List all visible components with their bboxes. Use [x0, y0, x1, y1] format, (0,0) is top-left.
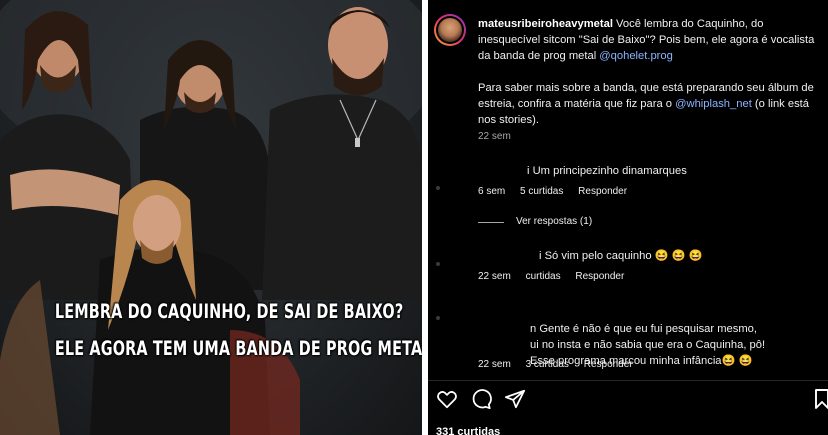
comment-likes[interactable]: 5 curtidas [520, 186, 563, 197]
reply-button[interactable]: Responder [575, 271, 624, 282]
comment-meta: 6 sem 5 curtidas Responder [478, 184, 627, 200]
likes-count[interactable]: 331 curtidas [436, 424, 500, 435]
comment-icon[interactable] [470, 388, 492, 410]
comment-time: 22 sem [478, 271, 511, 282]
band-photo-illustration [0, 0, 422, 435]
photo-caption-line-1: LEMBRA DO CAQUINHO, DE SAI DE BAIXO? [54, 300, 404, 323]
post-username[interactable]: mateusribeiroheavymetal [478, 18, 613, 30]
mention-link[interactable]: @qohelet.prog [599, 50, 673, 62]
post-caption: mateusribeiroheavymetal Você lembra do C… [478, 16, 818, 128]
bookmark-icon[interactable] [814, 388, 828, 415]
comment-time: 6 sem [478, 186, 506, 197]
photo-caption-line-2: ELE AGORA TEM UMA BANDA DE PROG METAL [54, 337, 422, 360]
replies-line [478, 221, 504, 223]
action-bar [436, 388, 526, 410]
hidden-avatar [436, 186, 440, 190]
heart-icon[interactable] [436, 388, 458, 410]
reply-button[interactable]: Responder [578, 186, 627, 197]
view-replies-button[interactable]: Ver respostas (1) [478, 214, 592, 230]
comment-time: 22 sem [478, 359, 511, 370]
mention-link[interactable]: @whiplash_net [675, 98, 752, 110]
reply-button[interactable]: Responder [584, 359, 633, 370]
separator [428, 380, 828, 381]
comment-text: i Só vim pelo caquinho 😆 😆 😆 [539, 250, 703, 262]
comment-meta: 22 sem curtidas Responder [478, 269, 624, 285]
comments-panel: mateusribeiroheavymetal Você lembra do C… [428, 0, 828, 435]
comment-text: i Um principezinho dinamarques [527, 165, 687, 177]
hidden-avatar [436, 262, 440, 266]
view-replies-label: Ver respostas (1) [516, 216, 593, 227]
author-avatar[interactable] [434, 14, 466, 46]
post-timestamp: 22 sem [478, 131, 511, 142]
comment-likes[interactable]: curtidas [526, 271, 561, 282]
comment-meta: 22 sem 3 curtidas Responder [478, 357, 633, 373]
post-photo: LEMBRA DO CAQUINHO, DE SAI DE BAIXO? ELE… [0, 0, 422, 435]
share-icon[interactable] [504, 388, 526, 410]
hidden-avatar [436, 316, 440, 320]
comment-likes[interactable]: 3 curtidas [526, 359, 569, 370]
